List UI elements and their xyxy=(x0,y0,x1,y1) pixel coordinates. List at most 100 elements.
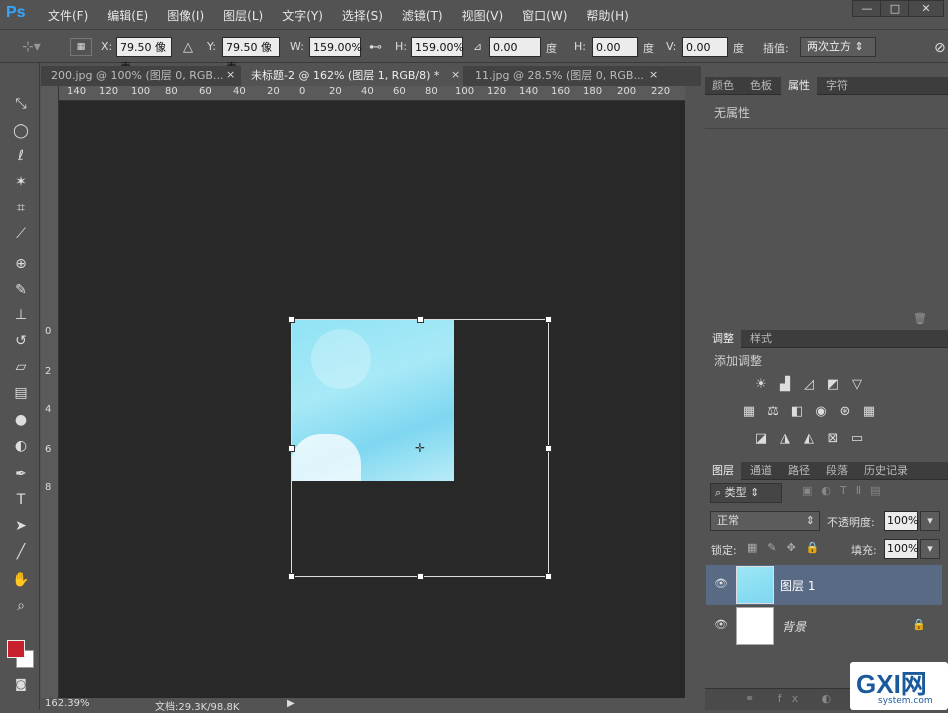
posterize-icon[interactable]: ◮ xyxy=(777,431,793,447)
menu-help[interactable]: 帮助(H) xyxy=(586,7,628,24)
maximize-button[interactable]: □ xyxy=(880,0,910,17)
tab-11-jpg[interactable]: 11.jpg @ 28.5% (图层 0, RGB... xyxy=(465,66,661,86)
gradient-map-icon[interactable]: ▭ xyxy=(849,431,865,447)
foreground-color-swatch[interactable] xyxy=(7,640,25,658)
blend-mode-select[interactable]: 正常 ⇕ xyxy=(710,511,820,531)
w-field[interactable]: 159.00% xyxy=(309,37,362,57)
transform-handle[interactable] xyxy=(288,445,295,452)
transform-handle[interactable] xyxy=(288,573,295,580)
color-balance-icon[interactable]: ⚖ xyxy=(765,404,781,420)
threshold-icon[interactable]: ◭ xyxy=(801,431,817,447)
layer-filter-select[interactable]: ⌕ 类型 ⇕ xyxy=(710,483,782,503)
tab-layers[interactable]: 图层 xyxy=(705,462,741,480)
layer-row[interactable]: 👁 背景 🔒 xyxy=(706,606,942,646)
status-arrow-icon[interactable]: ▶ xyxy=(287,698,295,709)
eraser-icon[interactable]: ▱ xyxy=(10,356,32,378)
menu-select[interactable]: 选择(S) xyxy=(342,7,383,24)
document-canvas[interactable]: ✛ xyxy=(59,101,685,698)
lock-icons[interactable]: ▦✎✥🔒 xyxy=(747,541,830,554)
transform-handle[interactable] xyxy=(545,445,552,452)
trash-icon[interactable]: 🗑 xyxy=(913,312,927,325)
warp-icon[interactable]: ⊘ xyxy=(934,40,946,56)
hskew-field[interactable]: 0.00 xyxy=(592,37,638,57)
y-field[interactable]: 79.50 像素 xyxy=(222,37,280,74)
menu-layer[interactable]: 图层(L) xyxy=(223,7,263,24)
channel-mixer-icon[interactable]: ⊛ xyxy=(837,404,853,420)
vskew-field[interactable]: 0.00 xyxy=(682,37,728,57)
move-tool-icon[interactable]: ⤡ xyxy=(10,93,32,115)
photo-filter-icon[interactable]: ◉ xyxy=(813,404,829,420)
crop-icon[interactable]: ⌗ xyxy=(10,197,32,219)
interpolation-select[interactable]: 两次立方 ⇕ xyxy=(800,37,876,57)
opacity-dropdown-icon[interactable]: ▾ xyxy=(920,511,940,531)
eye-icon[interactable]: 👁 xyxy=(714,577,728,590)
quick-mask-icon[interactable]: ◙ xyxy=(10,673,32,695)
curves-icon[interactable]: ◿ xyxy=(801,377,817,393)
tab-styles[interactable]: 样式 xyxy=(743,330,779,348)
transform-handle[interactable] xyxy=(417,316,424,323)
fill-dropdown-icon[interactable]: ▾ xyxy=(920,539,940,559)
reference-point-icon[interactable]: ▦ xyxy=(70,38,92,56)
delta-icon[interactable]: △ xyxy=(183,40,193,55)
angle-field[interactable]: 0.00 xyxy=(489,37,541,57)
menu-image[interactable]: 图像(I) xyxy=(167,7,204,24)
x-field[interactable]: 79.50 像素 xyxy=(116,37,172,74)
tab-color[interactable]: 颜色 xyxy=(705,77,741,95)
pen-icon[interactable]: ✒ xyxy=(10,463,32,485)
tab-close-icon[interactable]: × xyxy=(451,68,460,81)
magic-wand-icon[interactable]: ✶ xyxy=(10,171,32,193)
tab-history[interactable]: 历史记录 xyxy=(857,462,915,480)
menu-file[interactable]: 文件(F) xyxy=(48,7,88,24)
tab-properties[interactable]: 属性 xyxy=(781,77,817,95)
path-select-icon[interactable]: ➤ xyxy=(10,515,32,537)
layer-row[interactable]: 👁 图层 1 xyxy=(706,565,942,605)
filter-icons[interactable]: ▣◐TⅡ▤ xyxy=(802,484,890,497)
transform-handle[interactable] xyxy=(288,316,295,323)
blur-icon[interactable]: ● xyxy=(10,409,32,431)
tab-adjustments[interactable]: 调整 xyxy=(705,330,741,348)
bw-icon[interactable]: ◧ xyxy=(789,404,805,420)
healing-brush-icon[interactable]: ⊕ xyxy=(10,253,32,275)
invert-icon[interactable]: ◪ xyxy=(753,431,769,447)
h-field[interactable]: 159.00% xyxy=(411,37,464,57)
transform-handle[interactable] xyxy=(545,573,552,580)
layer-name[interactable]: 图层 1 xyxy=(780,577,815,594)
hue-sat-icon[interactable]: ▦ xyxy=(741,404,757,420)
clone-stamp-icon[interactable]: ⊥ xyxy=(10,304,32,326)
layer-name[interactable]: 背景 xyxy=(782,618,806,635)
line-tool-icon[interactable]: ╱ xyxy=(10,541,32,563)
close-button[interactable]: ✕ xyxy=(908,0,944,17)
eyedropper-icon[interactable]: ⟋ xyxy=(10,223,32,245)
elliptical-marquee-icon[interactable]: ◯ xyxy=(10,120,32,142)
transform-handle[interactable] xyxy=(545,316,552,323)
history-brush-icon[interactable]: ↺ xyxy=(10,330,32,352)
menu-filter[interactable]: 滤镜(T) xyxy=(402,7,443,24)
brush-icon[interactable]: ✎ xyxy=(10,279,32,301)
opacity-field[interactable]: 100% xyxy=(884,511,918,531)
dodge-icon[interactable]: ◐ xyxy=(10,435,32,457)
zoom-tool-icon[interactable]: ⌕ xyxy=(10,595,32,617)
tab-channels[interactable]: 通道 xyxy=(743,462,779,480)
tab-paths[interactable]: 路径 xyxy=(781,462,817,480)
link-icon[interactable]: ⊷ xyxy=(369,40,382,55)
tab-character[interactable]: 字符 xyxy=(819,77,855,95)
menu-window[interactable]: 窗口(W) xyxy=(522,7,567,24)
tab-swatches[interactable]: 色板 xyxy=(743,77,779,95)
exposure-icon[interactable]: ◩ xyxy=(825,377,841,393)
tab-close-icon[interactable]: × xyxy=(649,68,658,81)
color-lookup-icon[interactable]: ▦ xyxy=(861,404,877,420)
tab-paragraph[interactable]: 段落 xyxy=(819,462,855,480)
brightness-icon[interactable]: ☀ xyxy=(753,377,769,393)
lasso-icon[interactable]: ℓ xyxy=(10,145,32,167)
gradient-icon[interactable]: ▤ xyxy=(10,382,32,404)
menu-type[interactable]: 文字(Y) xyxy=(282,7,323,24)
hand-tool-icon[interactable]: ✋ xyxy=(10,569,32,591)
minimize-button[interactable]: — xyxy=(852,0,882,17)
tab-untitled-2[interactable]: 未标题-2 @ 162% (图层 1, RGB/8) * xyxy=(241,66,463,86)
zoom-level[interactable]: 162.39% xyxy=(45,698,90,709)
fill-field[interactable]: 100% xyxy=(884,539,918,559)
tab-200-jpg[interactable]: 200.jpg @ 100% (图层 0, RGB... xyxy=(41,66,239,86)
transform-handle[interactable] xyxy=(417,573,424,580)
tab-close-icon[interactable]: × xyxy=(226,68,235,81)
type-tool-icon[interactable]: T xyxy=(10,489,32,511)
